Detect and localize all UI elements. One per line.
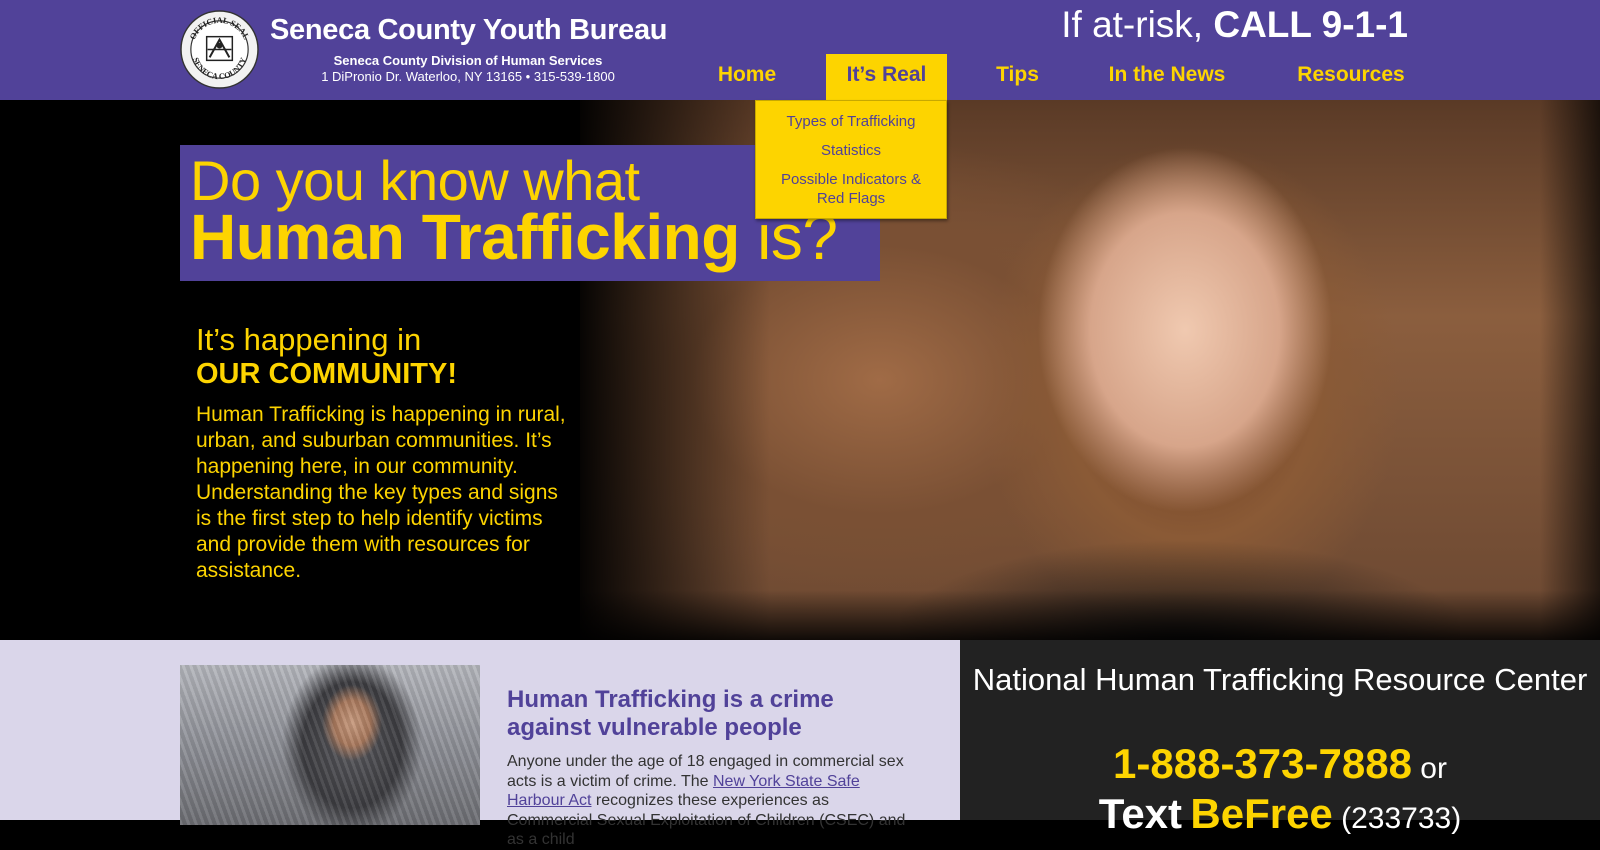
- callout-action: CALL 9-1-1: [1213, 4, 1408, 45]
- nav-resources[interactable]: Resources: [1288, 54, 1414, 100]
- its-real-dropdown: Types of Trafficking Statistics Possible…: [755, 100, 947, 219]
- resource-center-title: National Human Trafficking Resource Cent…: [972, 662, 1588, 697]
- hero-paragraph: Human Trafficking is happening in rural,…: [196, 403, 566, 582]
- community-heading: OUR COMMUNITY!: [196, 358, 457, 390]
- photo-fade-bottom: [580, 590, 1600, 640]
- nav-its-real[interactable]: It’s Real: [826, 54, 947, 100]
- nav-in-the-news[interactable]: In the News: [1098, 54, 1236, 100]
- county-seal-logo[interactable]: OFFICIAL SEAL SENECA COUNTY: [180, 10, 259, 89]
- site-title[interactable]: Seneca County Youth Bureau: [270, 14, 668, 47]
- hotline-number[interactable]: 1-888-373-7888: [1113, 740, 1412, 787]
- callout-prefix: If at-risk,: [1061, 4, 1204, 45]
- youth-photo: [180, 665, 480, 825]
- site-header: OFFICIAL SEAL SENECA COUNTY Seneca Count…: [0, 0, 1600, 100]
- text-code: (233733): [1341, 802, 1462, 835]
- hotline-or: or: [1411, 752, 1447, 785]
- nav-tips[interactable]: Tips: [985, 54, 1050, 100]
- crime-heading: Human Trafficking is a crime against vul…: [507, 686, 834, 741]
- hero-title-line2: Human Trafficking is?: [190, 200, 838, 274]
- text-line: Text BeFree (233733): [960, 790, 1600, 838]
- emergency-callout: If at-risk, CALL 9-1-1: [1061, 4, 1408, 46]
- contact-address: 1 DiPronio Dr. Waterloo, NY 13165 • 315-…: [321, 69, 615, 84]
- dropdown-statistics[interactable]: Statistics: [756, 141, 946, 160]
- dropdown-indicators-line2[interactable]: Red Flags: [756, 189, 946, 208]
- nav-home[interactable]: Home: [702, 54, 792, 100]
- division-subtitle: Seneca County Division of Human Services: [333, 53, 603, 68]
- hero-title-bold: Human Trafficking: [190, 201, 740, 273]
- text-keyword: BeFree: [1190, 790, 1333, 837]
- crime-paragraph: Anyone under the age of 18 engaged in co…: [507, 752, 917, 850]
- hotline-line: 1-888-373-7888 or: [960, 740, 1600, 788]
- text-word: Text: [1098, 790, 1183, 837]
- happening-heading: It’s happening in: [196, 322, 422, 357]
- dropdown-indicators-line1[interactable]: Possible Indicators &: [756, 170, 946, 189]
- photo-fade-right: [1540, 100, 1600, 640]
- dropdown-types-of-trafficking[interactable]: Types of Trafficking: [756, 112, 946, 131]
